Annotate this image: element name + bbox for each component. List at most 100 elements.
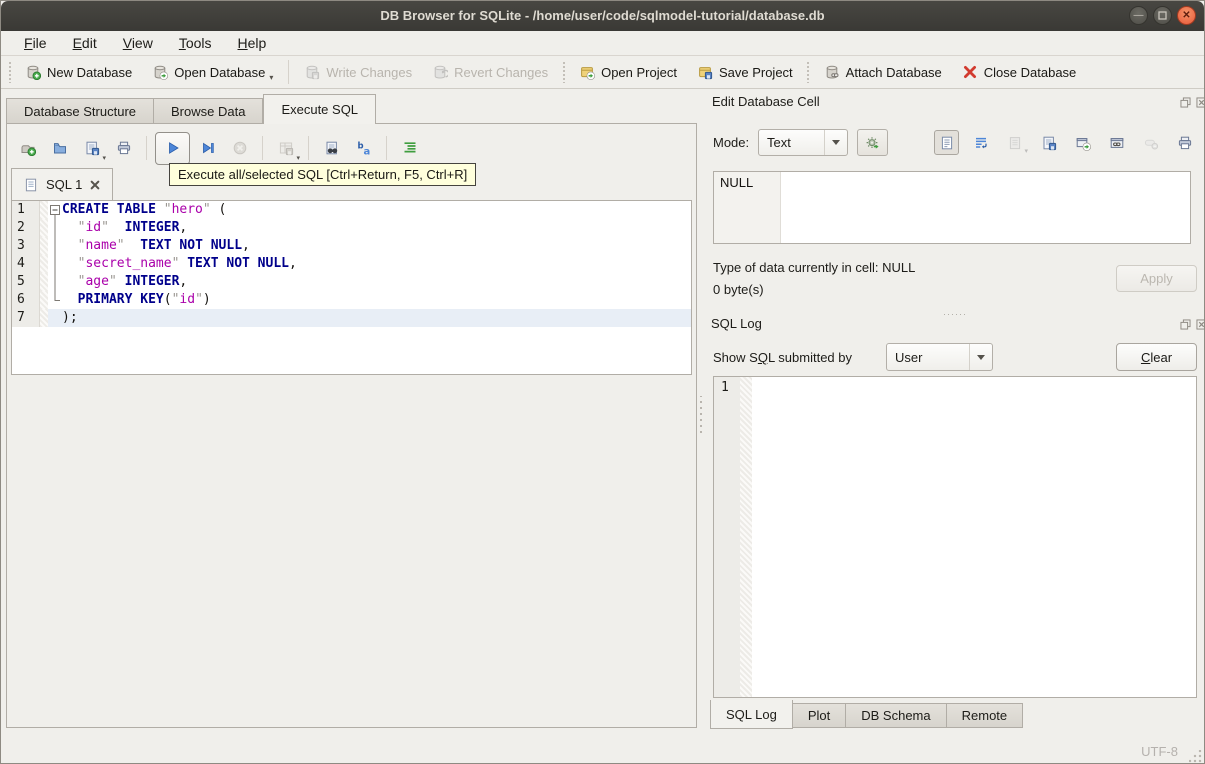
print-cell-button[interactable] — [1172, 130, 1197, 155]
log-filter-value: User — [895, 349, 923, 365]
execute-tooltip: Execute all/selected SQL [Ctrl+Return, F… — [169, 163, 477, 186]
tab-database-structure[interactable]: Database Structure — [6, 98, 155, 124]
db-revert-icon — [432, 64, 450, 80]
menu-edit[interactable]: Edit — [60, 33, 110, 54]
save-file-icon — [84, 140, 100, 156]
float-panel-icon[interactable] — [1179, 318, 1192, 331]
save-sql-file-button[interactable]: ▾ — [77, 134, 106, 163]
copy-link-button[interactable] — [1104, 130, 1129, 155]
fold-bar-icon[interactable] — [48, 219, 62, 237]
cell-value-editor[interactable]: NULL — [713, 171, 1191, 244]
toolbar-drag-handle[interactable] — [7, 61, 12, 83]
new-database-button[interactable]: New Database — [15, 60, 142, 84]
menu-file[interactable]: File — [11, 33, 60, 54]
open-database-button[interactable]: Open Database ▾ — [142, 60, 283, 84]
word-wrap-icon — [973, 135, 989, 151]
menu-help[interactable]: Help — [225, 33, 280, 54]
cell-log-splitter[interactable] — [713, 304, 1197, 309]
export-data-button[interactable] — [1036, 130, 1061, 155]
line-number: 2 — [12, 219, 40, 237]
cell-dock-controls — [1179, 96, 1204, 109]
close-database-button[interactable]: Close Database — [952, 60, 1087, 84]
fold-minus-icon[interactable] — [48, 201, 62, 219]
tab-sql-1[interactable]: SQL 1 — [11, 168, 114, 201]
editor-line: 2 "id" INTEGER, — [12, 219, 691, 237]
find-in-sql-button[interactable] — [317, 134, 346, 163]
fold-bar-icon[interactable] — [48, 255, 62, 273]
auto-apply-button[interactable] — [857, 129, 888, 156]
mode-value: Text — [767, 135, 791, 150]
write-changes-button[interactable]: Write Changes — [294, 60, 422, 84]
sql-editor[interactable]: 1 CREATE TABLE "hero" (2 "id" INTEGER, 3 "… — [11, 200, 692, 375]
line-number: 7 — [12, 309, 40, 327]
find-replace-button[interactable]: ba — [349, 134, 378, 163]
text-view-button[interactable] — [934, 130, 959, 155]
tab-sql-log[interactable]: SQL Log — [710, 700, 793, 729]
save-project-button[interactable]: Save Project — [687, 60, 803, 84]
sql-tab-label: SQL 1 — [46, 177, 83, 192]
close-icon[interactable]: ✕ — [1177, 6, 1196, 25]
sql-log-view[interactable]: 1 — [713, 376, 1197, 698]
stop-icon — [232, 140, 248, 156]
execute-all-button[interactable] — [155, 131, 190, 165]
mode-combobox[interactable]: Text — [758, 129, 848, 156]
apply-button[interactable]: Apply — [1116, 265, 1197, 292]
save-results-button[interactable]: ▾ — [271, 134, 300, 163]
line-body: "secret_name" TEXT NOT NULL, — [48, 255, 691, 273]
open-in-external-button[interactable] — [1070, 130, 1095, 155]
log-filter-combobox[interactable]: User — [886, 343, 993, 371]
float-panel-icon[interactable] — [1179, 96, 1192, 109]
menu-tools[interactable]: Tools — [166, 33, 225, 54]
print-icon — [1177, 135, 1193, 151]
tab-db-schema[interactable]: DB Schema — [846, 703, 947, 728]
doc-text-icon — [939, 135, 955, 151]
toolbar-button-label: Revert Changes — [454, 64, 549, 80]
log-tabs: SQL Log Plot DB Schema Remote — [710, 700, 1024, 729]
toolbar-drag-handle[interactable] — [805, 61, 811, 83]
print-sql-button[interactable] — [109, 134, 138, 163]
toolbar-drag-handle[interactable] — [561, 61, 567, 83]
code-text: "age" INTEGER, — [77, 274, 188, 289]
close-panel-icon[interactable] — [1195, 318, 1204, 331]
format-sql-button[interactable] — [395, 134, 424, 163]
format-icon — [402, 140, 418, 156]
set-null-button[interactable] — [1138, 130, 1163, 155]
clear-button[interactable]: Clear — [1116, 343, 1197, 371]
import-data-button[interactable]: ▾ — [1002, 130, 1028, 155]
code-text: PRIMARY KEY("id") — [77, 292, 211, 307]
new-sql-tab-button[interactable] — [13, 134, 42, 163]
fold-bar-icon[interactable] — [48, 273, 62, 291]
cell-value: NULL — [720, 175, 754, 190]
log-filter-label: Show SQL submitted by — [713, 350, 852, 365]
revert-changes-button[interactable]: Revert Changes — [422, 60, 558, 84]
vertical-splitter[interactable] — [699, 396, 703, 436]
tab-execute-sql[interactable]: Execute SQL — [263, 94, 377, 124]
open-project-button[interactable]: Open Project — [569, 60, 687, 84]
statusbar: UTF-8 — [1, 738, 1204, 763]
open-sql-file-button[interactable] — [45, 134, 74, 163]
line-number: 5 — [12, 273, 40, 291]
marker-margin — [40, 255, 48, 273]
toolbar-separator — [308, 136, 309, 160]
minimize-icon[interactable]: — — [1129, 6, 1148, 25]
stop-execution-button[interactable] — [225, 134, 254, 163]
line-body: "id" INTEGER, — [48, 219, 691, 237]
close-panel-icon[interactable] — [1195, 96, 1204, 109]
execute-current-line-button[interactable] — [193, 134, 222, 163]
print-icon — [116, 140, 132, 156]
fold-bar-icon[interactable] — [48, 237, 62, 255]
fold-corner-icon[interactable] — [48, 291, 62, 309]
maximize-icon[interactable] — [1153, 6, 1172, 25]
editor-line: 3 "name" TEXT NOT NULL, — [12, 237, 691, 255]
db-attach-icon — [824, 64, 840, 80]
attach-database-button[interactable]: Attach Database — [814, 60, 952, 84]
titlebar[interactable]: DB Browser for SQLite - /home/user/code/… — [1, 1, 1204, 31]
tab-remote[interactable]: Remote — [946, 703, 1024, 728]
tab-browse-data[interactable]: Browse Data — [154, 98, 264, 124]
log-line-number: 1 — [714, 377, 740, 697]
word-wrap-button[interactable] — [968, 130, 993, 155]
resize-grip[interactable] — [1189, 750, 1202, 763]
tab-plot[interactable]: Plot — [792, 703, 847, 728]
menu-view[interactable]: View — [110, 33, 166, 54]
close-tab-icon[interactable] — [89, 179, 101, 191]
